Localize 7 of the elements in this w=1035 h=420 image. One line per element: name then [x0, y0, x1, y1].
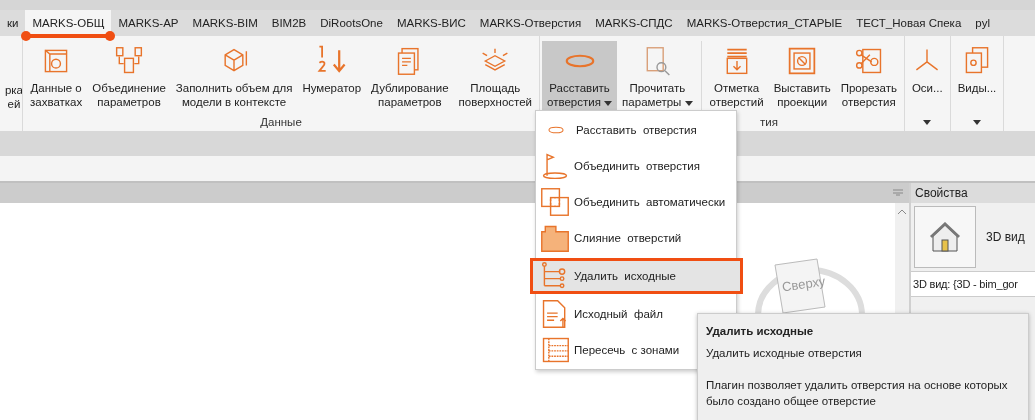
type-label: 3D вид — [986, 230, 1025, 244]
tooltip-title: Удалить исходные — [706, 324, 815, 339]
group-label: тия — [760, 116, 778, 128]
tooltip-subtitle: Удалить исходные отверстия — [706, 346, 863, 361]
panel-title: Свойства — [911, 183, 1035, 203]
group-label: Данные — [260, 116, 302, 128]
tooltip-description: Плагин позволяет удалить отверстия на основе которых было создано общее отверстие — [706, 378, 1009, 409]
